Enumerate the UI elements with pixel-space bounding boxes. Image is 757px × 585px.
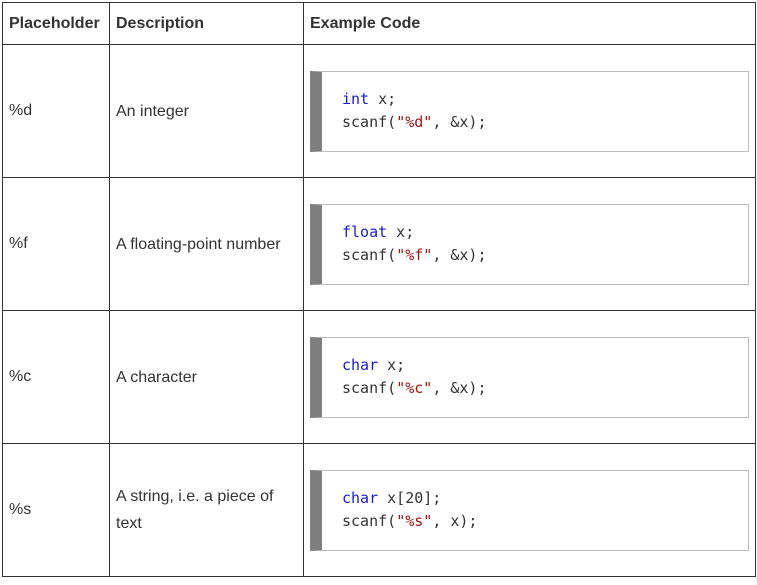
code-block: char x; scanf("%c", &x); xyxy=(310,336,749,418)
code-line-scanf: scanf("%c", &x); xyxy=(342,377,748,400)
code-line-declaration: char x; xyxy=(342,354,748,377)
example-code-cell: int x; scanf("%d", &x); xyxy=(303,44,756,178)
code-line-declaration: char x[20]; xyxy=(342,487,748,510)
code-format-string: "%c" xyxy=(396,379,433,397)
code-format-string: "%d" xyxy=(396,113,433,131)
code-block: float x; scanf("%f", &x); xyxy=(310,203,749,285)
code-keyword: float xyxy=(342,223,388,241)
format-specifier-table: Placeholder Description Example Code %d … xyxy=(2,2,756,577)
table-header-row: Placeholder Description Example Code xyxy=(2,2,756,45)
code-line-scanf: scanf("%d", &x); xyxy=(342,111,748,134)
code-arguments: , &x); xyxy=(432,379,487,397)
header-description: Description xyxy=(109,2,304,45)
code-block: int x; scanf("%d", &x); xyxy=(310,70,749,152)
placeholder-cell: %c xyxy=(2,310,110,444)
code-function: scanf( xyxy=(342,379,397,397)
code-block: char x[20]; scanf("%s", x); xyxy=(310,469,749,551)
description-cell: A character xyxy=(109,310,304,444)
code-format-string: "%f" xyxy=(396,246,433,264)
example-code-cell: float x; scanf("%f", &x); xyxy=(303,177,756,311)
description-cell: An integer xyxy=(109,44,304,178)
code-identifier: x; xyxy=(387,223,415,241)
description-cell: A string, i.e. a piece of text xyxy=(109,443,304,577)
code-line-scanf: scanf("%s", x); xyxy=(342,510,748,533)
code-function: scanf( xyxy=(342,113,397,131)
header-placeholder: Placeholder xyxy=(2,2,110,45)
placeholder-cell: %s xyxy=(2,443,110,577)
code-identifier: x; xyxy=(378,356,406,374)
code-keyword: int xyxy=(342,90,370,108)
code-format-string: "%s" xyxy=(396,512,433,530)
table-row: %d An integer int x; scanf("%d", &x); xyxy=(2,44,756,178)
table-row: %s A string, i.e. a piece of text char x… xyxy=(2,443,756,577)
example-code-cell: char x[20]; scanf("%s", x); xyxy=(303,443,756,577)
code-line-scanf: scanf("%f", &x); xyxy=(342,244,748,267)
code-keyword: char xyxy=(342,489,379,507)
code-function: scanf( xyxy=(342,246,397,264)
placeholder-cell: %d xyxy=(2,44,110,178)
code-identifier: x[20]; xyxy=(378,489,442,507)
code-function: scanf( xyxy=(342,512,397,530)
code-identifier: x; xyxy=(369,90,397,108)
code-line-declaration: float x; xyxy=(342,221,748,244)
code-keyword: char xyxy=(342,356,379,374)
example-code-cell: char x; scanf("%c", &x); xyxy=(303,310,756,444)
table-row: %c A character char x; scanf("%c", &x); xyxy=(2,310,756,444)
code-line-declaration: int x; xyxy=(342,88,748,111)
header-example-code: Example Code xyxy=(303,2,756,45)
description-cell: A floating-point number xyxy=(109,177,304,311)
placeholder-cell: %f xyxy=(2,177,110,311)
code-arguments: , x); xyxy=(432,512,478,530)
code-arguments: , &x); xyxy=(432,113,487,131)
table-row: %f A floating-point number float x; scan… xyxy=(2,177,756,311)
code-arguments: , &x); xyxy=(432,246,487,264)
